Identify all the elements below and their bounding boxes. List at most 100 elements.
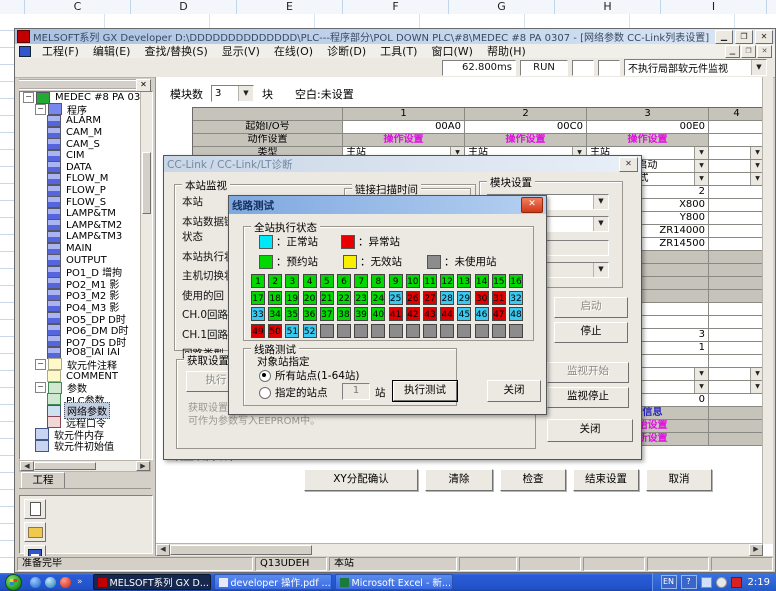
menu-item[interactable]: 帮助(H) — [480, 45, 533, 58]
table-cell[interactable]: ▼ — [709, 381, 765, 394]
new-project-button[interactable] — [24, 499, 46, 519]
volume-tray-icon[interactable] — [716, 577, 727, 588]
taskbar-task-1[interactable]: MELSOFT系列 GX D... — [93, 574, 211, 590]
dock-grip[interactable] — [19, 79, 137, 90]
tree-item[interactable]: CAM_M — [20, 127, 152, 139]
menu-item[interactable]: 窗口(W) — [424, 45, 479, 58]
editor-button-3[interactable]: 检查 — [500, 469, 566, 491]
tree-item[interactable]: CAM_S — [20, 138, 152, 150]
scroll-right-icon[interactable]: ▶ — [749, 544, 763, 556]
tab-project[interactable]: 工程 — [21, 472, 65, 489]
tree-item[interactable]: FLOW_P — [20, 185, 152, 197]
editor-button-5[interactable]: 取消 — [646, 469, 712, 491]
table-cell[interactable] — [709, 186, 765, 199]
menu-item[interactable]: 工具(T) — [373, 45, 424, 58]
mdi-restore-icon[interactable]: ❐ — [741, 45, 756, 58]
table-cell[interactable] — [709, 355, 765, 368]
table-cell[interactable]: ▼ — [709, 173, 765, 186]
menu-item[interactable]: 在线(O) — [267, 45, 320, 58]
start-button[interactable] — [5, 574, 22, 591]
expander-icon[interactable]: − — [35, 104, 46, 115]
tree-item[interactable]: −程序 — [20, 104, 152, 116]
table-cell[interactable] — [709, 121, 765, 134]
quicklaunch-icon-2[interactable] — [45, 577, 56, 588]
chevron-down-icon[interactable]: ▼ — [694, 173, 708, 185]
tree-item[interactable]: FLOW_M — [20, 173, 152, 185]
tree-item[interactable]: MAIN — [20, 243, 152, 255]
close-icon[interactable]: ✕ — [521, 197, 543, 213]
expander-icon[interactable]: − — [35, 359, 46, 370]
tree-item[interactable]: −软元件注释 — [20, 359, 152, 371]
chevron-down-icon[interactable]: ▼ — [238, 86, 253, 101]
expander-icon[interactable]: − — [23, 92, 34, 103]
table-cell[interactable]: 00E0 — [587, 121, 709, 134]
station-number-input[interactable]: 1 — [342, 383, 370, 400]
mdi-minimize-icon[interactable]: ▁ — [725, 45, 740, 58]
tree-item[interactable]: LAMP&TM3 — [20, 231, 152, 243]
mdi-close-icon[interactable]: ✕ — [757, 45, 772, 58]
taskbar-task-3[interactable]: Microsoft Excel - 新... — [335, 574, 453, 590]
tree-item[interactable]: LAMP&TM — [20, 208, 152, 220]
table-cell[interactable]: ▼ — [709, 160, 765, 173]
table-cell[interactable] — [709, 225, 765, 238]
table-cell[interactable]: 操作设置 — [465, 134, 587, 147]
table-cell[interactable]: 操作设置 — [343, 134, 465, 147]
scroll-left-icon[interactable]: ◀ — [20, 461, 34, 471]
quicklaunch-icon-1[interactable] — [30, 577, 41, 588]
table-cell[interactable] — [709, 316, 765, 329]
table-cell[interactable] — [709, 394, 765, 407]
language-indicator[interactable]: EN — [661, 575, 677, 589]
monitor-mode-select[interactable]: 不执行局部软元件监视 ▼ — [624, 59, 767, 76]
expander-icon[interactable]: − — [35, 382, 46, 393]
monitor-tray-icon[interactable] — [701, 577, 712, 588]
table-cell[interactable]: 00A0 — [343, 121, 465, 134]
monitor-start-button[interactable]: 监视开始 — [547, 362, 629, 383]
table-cell[interactable]: ▼ — [709, 147, 765, 160]
tree-item[interactable]: ALARM — [20, 115, 152, 127]
table-cell[interactable] — [709, 342, 765, 355]
quicklaunch-icon-3[interactable] — [60, 577, 71, 588]
table-cell[interactable]: 00C0 — [465, 121, 587, 134]
chevron-down-icon[interactable]: ▼ — [694, 160, 708, 172]
radio-all-stations[interactable]: 所有站点(1-64站) — [259, 368, 360, 383]
chevron-down-icon[interactable]: ▼ — [694, 381, 708, 393]
chevron-down-icon[interactable]: ▼ — [694, 368, 708, 380]
chevron-down-icon[interactable]: ▼ — [751, 60, 766, 75]
radio-specified-station[interactable]: 指定的站点 — [259, 385, 328, 400]
editor-button-2[interactable]: 清除 — [425, 469, 493, 491]
datalink-start-button[interactable]: 启动 — [554, 297, 628, 318]
taskbar-task-2[interactable]: developer 操作.pdf ... — [214, 574, 332, 590]
editor-button-1[interactable]: XY分配确认 — [304, 469, 418, 491]
chevron-right-icon[interactable]: » — [77, 577, 83, 587]
table-cell[interactable] — [709, 212, 765, 225]
minimize-icon[interactable]: ▁ — [715, 30, 733, 44]
help-tray-icon[interactable]: ? — [681, 575, 697, 589]
tree-item[interactable]: DATA — [20, 162, 152, 174]
close-button[interactable]: 关闭 — [487, 380, 541, 402]
module-count-select[interactable]: 3 ▼ — [211, 85, 254, 102]
mdi-child-icon[interactable] — [19, 46, 31, 57]
editor-horizontal-scrollbar[interactable]: ◀ ▶ — [156, 543, 763, 556]
menu-item[interactable]: 显示(V) — [215, 45, 267, 58]
menu-item[interactable]: 查找/替换(S) — [137, 45, 214, 58]
table-cell[interactable] — [709, 303, 765, 316]
tree-horizontal-scrollbar[interactable]: ◀ ▶ — [19, 460, 151, 472]
close-icon[interactable]: ✕ — [619, 157, 638, 172]
editor-button-4[interactable]: 结束设置 — [573, 469, 639, 491]
tree-item[interactable]: FLOW_S — [20, 196, 152, 208]
table-cell[interactable] — [709, 238, 765, 251]
table-cell[interactable]: 操作设置 — [587, 134, 709, 147]
execute-test-button[interactable]: 执行测试 — [393, 381, 457, 401]
monitor-stop-button[interactable]: 监视停止 — [547, 387, 629, 408]
table-cell[interactable] — [709, 199, 765, 212]
restore-icon[interactable]: ❐ — [735, 30, 753, 44]
chevron-down-icon[interactable]: ▼ — [694, 147, 708, 159]
menu-item[interactable]: 诊断(D) — [320, 45, 373, 58]
datalink-stop-button[interactable]: 停止 — [554, 322, 628, 343]
tree-item[interactable]: 软元件初始值 — [20, 440, 152, 452]
table-cell[interactable] — [709, 134, 765, 147]
dialog-close-button[interactable]: 关闭 — [547, 419, 633, 442]
tree-item[interactable]: CIM — [20, 150, 152, 162]
table-cell[interactable] — [709, 329, 765, 342]
close-icon[interactable]: ✕ — [755, 30, 773, 44]
